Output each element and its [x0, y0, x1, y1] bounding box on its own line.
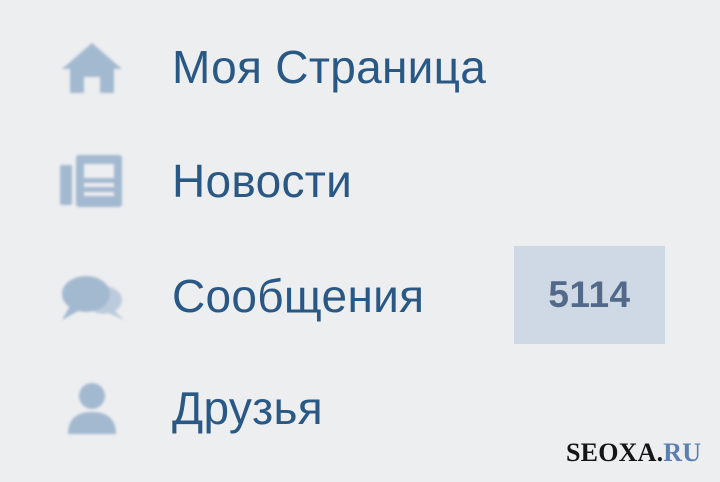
sidebar-item-news[interactable]: Новости [0, 131, 720, 231]
messages-icon [56, 266, 128, 326]
friends-icon [56, 378, 128, 438]
watermark-logo: SEOXA.RU [566, 438, 701, 468]
news-icon [56, 151, 128, 211]
sidebar-item-label: Новости [172, 155, 353, 207]
watermark-tld: RU [663, 438, 702, 467]
sidebar-item-my-page[interactable]: Моя Страница [0, 17, 720, 117]
sidebar-item-messages[interactable]: Сообщения 5114 [0, 246, 720, 346]
sidebar-item-label: Моя Страница [172, 41, 487, 93]
home-icon [56, 37, 128, 97]
sidebar-menu: Моя Страница Новости Сообщения 5114 Друз… [0, 0, 720, 482]
sidebar-item-label: Друзья [172, 382, 323, 434]
sidebar-item-label: Сообщения [172, 270, 425, 322]
watermark-brand: SEOXA [566, 438, 657, 467]
messages-count-badge: 5114 [514, 246, 665, 344]
